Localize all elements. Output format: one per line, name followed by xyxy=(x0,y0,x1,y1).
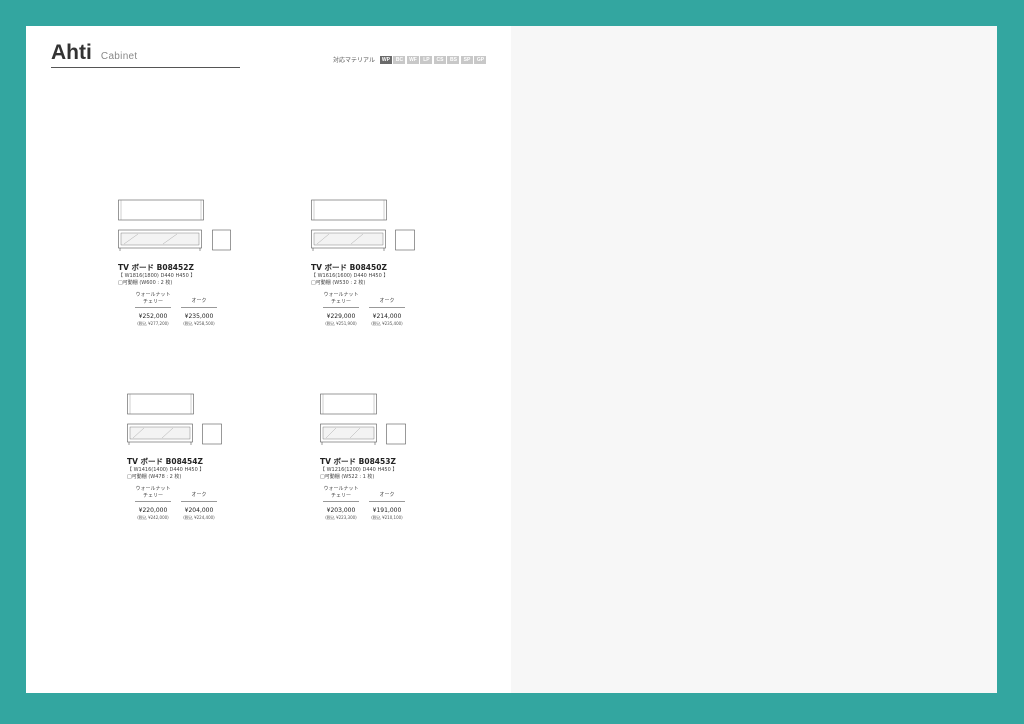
price: ¥204,000 xyxy=(184,506,214,514)
price-oak: オーク ¥204,000 (税込 ¥224,400) xyxy=(181,492,217,521)
price-incl-tax: (税込 ¥242,000) xyxy=(137,515,169,520)
category-name: Cabinet xyxy=(100,51,138,62)
price-incl-tax: (税込 ¥223,300) xyxy=(325,515,357,520)
finish-label: オーク xyxy=(191,298,207,304)
finish-label: ウォールナット チェリー xyxy=(323,486,359,499)
finish-label: オーク xyxy=(379,298,395,304)
price-oak: オーク ¥191,000 (税込 ¥210,100) xyxy=(369,492,405,521)
material-chip-bs: BS xyxy=(447,55,460,64)
material-chip-cs: CS xyxy=(433,55,446,64)
price-incl-tax: (税込 ¥277,200) xyxy=(137,321,169,326)
finish-label: オーク xyxy=(379,492,395,498)
price-incl-tax: (税込 ¥224,400) xyxy=(183,514,215,520)
materials-label: 対応マテリアル xyxy=(333,57,375,64)
material-chip-sp: SP xyxy=(460,55,473,64)
product-drawing xyxy=(127,393,222,445)
price-incl-tax: (税込 ¥210,100) xyxy=(371,514,403,520)
material-chip-lp: LP xyxy=(420,55,433,64)
product-name: TV ボード B08454Z xyxy=(127,457,203,466)
price: ¥229,000 xyxy=(326,313,356,320)
right-page xyxy=(511,26,997,693)
product-name: TV ボード B08452Z xyxy=(118,263,194,272)
product-spec: 【 W1616(1600) D440 H450 】 xyxy=(311,273,389,279)
price-walnut-cherry: ウォールナット チェリー ¥252,000 (税込 ¥277,200) xyxy=(135,292,171,327)
price: ¥235,000 xyxy=(184,312,214,320)
product-spec: 【 W1416(1400) D440 H450 】 xyxy=(127,467,205,473)
price-oak: オーク ¥235,000 (税込 ¥258,500) xyxy=(181,298,217,327)
price-walnut-cherry: ウォールナット チェリー ¥203,000 (税込 ¥223,300) xyxy=(323,486,359,521)
finish-label: ウォールナット チェリー xyxy=(323,292,359,305)
product-drawing xyxy=(118,199,231,251)
price-incl-tax: (税込 ¥251,900) xyxy=(325,321,357,326)
finish-label: ウォールナット チェリー xyxy=(135,292,171,305)
finish-label: オーク xyxy=(191,492,207,498)
price-incl-tax: (税込 ¥235,400) xyxy=(371,320,403,326)
price: ¥252,000 xyxy=(138,313,168,320)
price: ¥220,000 xyxy=(138,507,168,514)
product-drawing xyxy=(320,393,406,445)
price-walnut-cherry: ウォールナット チェリー ¥229,000 (税込 ¥251,900) xyxy=(323,292,359,327)
product-drawing xyxy=(311,199,415,251)
product-note: □可動棚 (W522 : 1 枚) xyxy=(320,474,375,480)
product-name: TV ボード B08453Z xyxy=(320,457,396,466)
material-chip-bc: BC xyxy=(393,55,406,64)
page-title: Ahti Cabinet xyxy=(51,41,138,65)
product-note: □可動棚 (W478 : 2 枚) xyxy=(127,474,182,480)
material-chip-gp: GP xyxy=(474,55,487,64)
price-walnut-cherry: ウォールナット チェリー ¥220,000 (税込 ¥242,000) xyxy=(135,486,171,521)
product-name: TV ボード B08450Z xyxy=(311,263,387,272)
product-spec: 【 W1816(1800) D440 H450 】 xyxy=(118,273,196,279)
title-underline xyxy=(51,67,240,68)
product-spec: 【 W1216(1200) D440 H450 】 xyxy=(320,467,398,473)
materials-legend: 対応マテリアル WP BC WF LP CS BS SP GP xyxy=(333,55,488,64)
material-chip-wp: WP xyxy=(379,55,392,64)
price: ¥203,000 xyxy=(326,507,356,514)
price: ¥191,000 xyxy=(372,506,402,514)
product-note: □可動棚 (W530 : 2 枚) xyxy=(311,280,366,286)
price-oak: オーク ¥214,000 (税込 ¥235,400) xyxy=(369,298,405,327)
product-note: □可動棚 (W600 : 2 枚) xyxy=(118,280,173,286)
finish-label: ウォールナット チェリー xyxy=(135,486,171,499)
brand-name: Ahti xyxy=(51,41,92,64)
price-incl-tax: (税込 ¥258,500) xyxy=(183,320,215,326)
material-chip-wf: WF xyxy=(406,55,419,64)
price: ¥214,000 xyxy=(372,312,402,320)
